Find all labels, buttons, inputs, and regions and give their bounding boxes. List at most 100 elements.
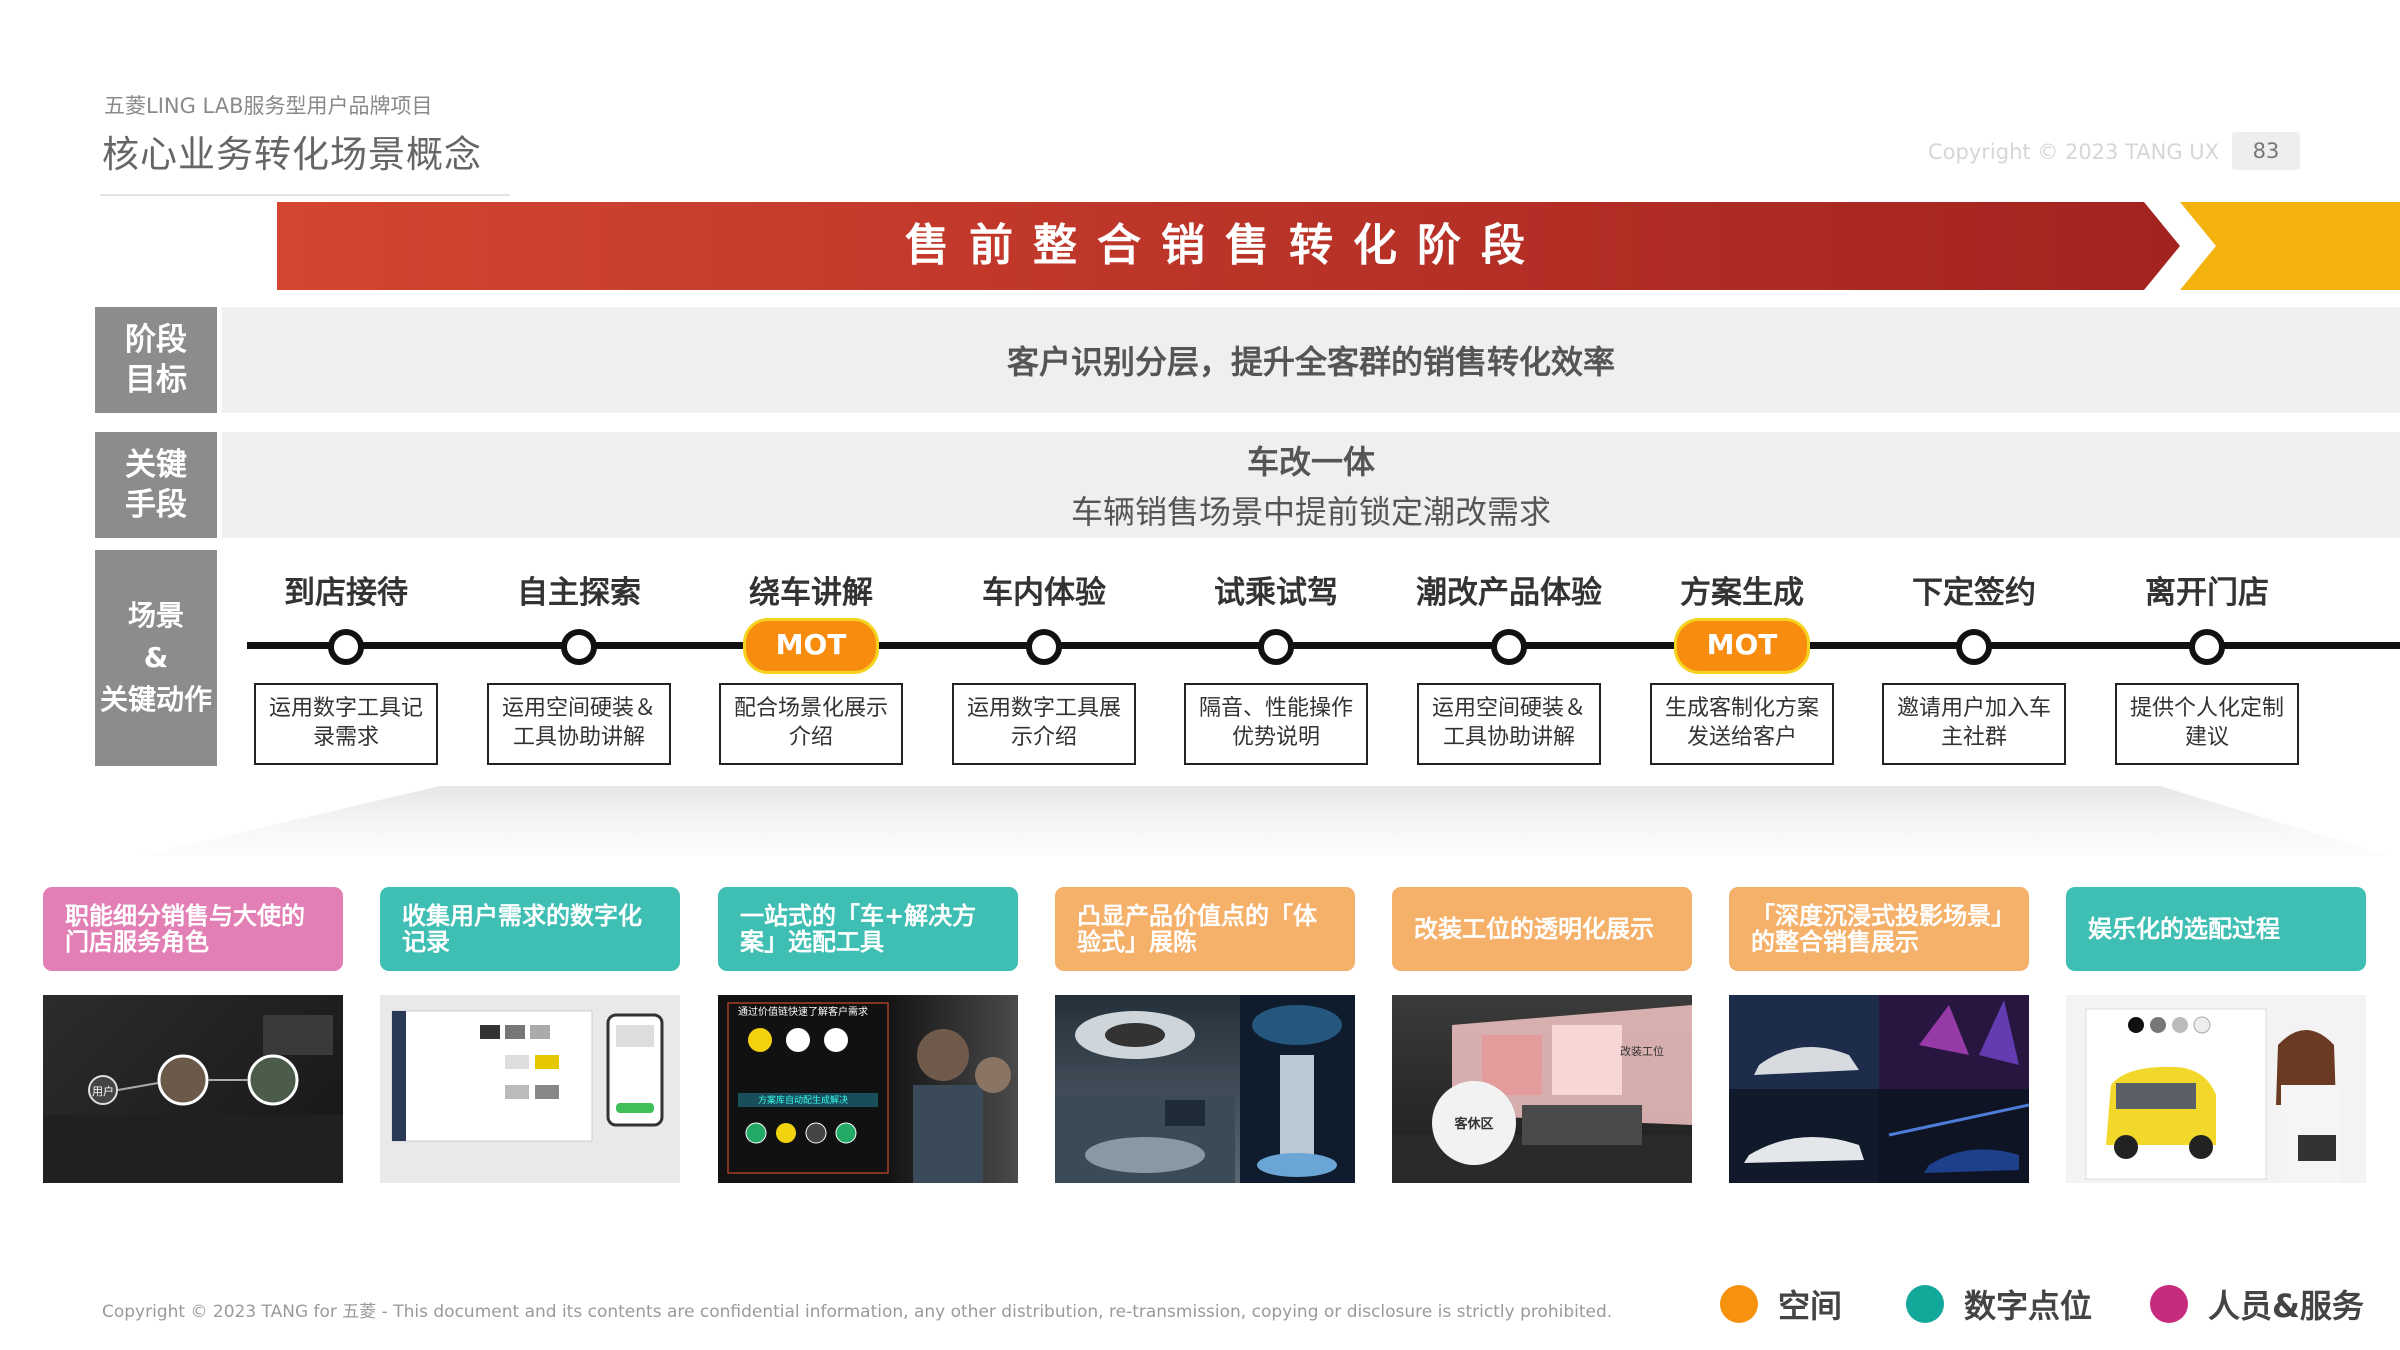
legend-space-dot xyxy=(1720,1285,1758,1323)
spotlight-shape xyxy=(140,786,2390,856)
concept-tag: 改装工位的透明化展示 xyxy=(1392,887,1692,971)
scene-label-l2: & xyxy=(143,641,169,674)
stage-action: 运用数字工具记录需求 xyxy=(254,683,438,765)
stage-action-text: 邀请用户加入车主社群 xyxy=(1896,696,2051,750)
stage-action-text: 提供个人化定制建议 xyxy=(2129,696,2284,750)
legend-service-dot xyxy=(2150,1285,2188,1323)
header-copyright: Copyright © 2023 TANG UX xyxy=(1928,140,2220,164)
concept-tag-label: 「深度沉浸式投影场景」的整合销售展示 xyxy=(1751,901,2003,956)
page-title: 核心业务转化场景概念 xyxy=(102,133,482,176)
concept-tag-label: 改装工位的透明化展示 xyxy=(1414,914,1654,943)
timeline-node xyxy=(328,629,364,665)
stage-action-text: 运用空间硬装＆工具协助讲解 xyxy=(501,696,656,750)
stage-title: 车内体验 xyxy=(982,575,1106,611)
means-description: 车辆销售场景中提前锁定潮改需求 xyxy=(1070,493,1551,531)
concept-tag-label: 职能细分销售与大使的门店服务角色 xyxy=(65,901,305,956)
project-name: 五菱LING LAB服务型用户品牌项目 xyxy=(104,94,433,118)
stage-title: 到店接待 xyxy=(284,575,408,611)
stage-action: 运用数字工具展示介绍 xyxy=(952,683,1136,765)
banner-title: 售前整合销售转化阶段 xyxy=(905,220,1545,271)
row-label-goal: 阶段 目标 xyxy=(95,307,217,413)
stage-title: 绕车讲解 xyxy=(749,575,873,611)
scene-label-l1: 场景 xyxy=(127,599,184,632)
stage-title: 下定签约 xyxy=(1912,575,2036,611)
mot-badge: MOT xyxy=(1674,618,1810,674)
timeline-node xyxy=(2189,629,2225,665)
concept-tag-label: 一站式的「车+解决方案」选配工具 xyxy=(740,901,977,956)
experience-display-photo xyxy=(1055,995,1355,1183)
stage-title: 自主探索 xyxy=(517,575,641,611)
concept-tag-label: 凸显产品价值点的「体验式」展陈 xyxy=(1077,901,1317,956)
legend-digital: 数字点位 xyxy=(1906,1284,2093,1325)
stage-action-text: 运用空间硬装＆工具协助讲解 xyxy=(1431,696,1586,750)
legend-space: 空间 xyxy=(1720,1284,1843,1325)
timeline-node xyxy=(561,629,597,665)
stage-title: 潮改产品体验 xyxy=(1416,575,1602,611)
concept-tag-label: 娱乐化的选配过程 xyxy=(2088,914,2280,943)
stage-action: 生成客制化方案发送给客户 xyxy=(1650,683,1834,765)
concept-tag-label: 收集用户需求的数字化记录 xyxy=(402,901,642,956)
fun-config-photo xyxy=(2066,995,2366,1183)
t5-lounge-label: 客休区 xyxy=(1454,1116,1493,1132)
projection-scene-art xyxy=(1729,995,2029,1183)
legend-digital-dot xyxy=(1906,1285,1944,1323)
workshop-lounge-photo: 客休区 改装工位 xyxy=(1392,995,1692,1183)
legend-service: 人员&服务 xyxy=(2150,1284,2364,1325)
scene-label-l3: 关键动作 xyxy=(99,683,212,716)
legend-space-label: 空间 xyxy=(1778,1287,1843,1325)
stage-action-text: 生成客制化方案发送给客户 xyxy=(1664,696,1819,750)
stage-action-text: 运用数字工具展示介绍 xyxy=(966,696,1121,750)
stage-action: 运用空间硬装＆工具协助讲解 xyxy=(487,683,671,765)
stage-title: 方案生成 xyxy=(1680,575,1804,611)
timeline-node xyxy=(1258,629,1294,665)
row-label-scene: 场景 & 关键动作 xyxy=(95,550,217,766)
goal-text: 客户识别分层，提升全客群的销售转化效率 xyxy=(1006,343,1615,381)
projection-scene-photo xyxy=(1729,995,2029,1183)
stage-action: 邀请用户加入车主社群 xyxy=(1882,683,2066,765)
row-means-content: 车改一体 车辆销售场景中提前锁定潮改需求 xyxy=(222,432,2400,538)
stage-action: 运用空间硬装＆工具协助讲解 xyxy=(1417,683,1601,765)
legend-service-label: 人员&服务 xyxy=(2208,1287,2364,1325)
concept-tag: 一站式的「车+解决方案」选配工具 xyxy=(718,887,1018,971)
stage-title: 离开门店 xyxy=(2145,575,2269,611)
stage-action-text: 配合场景化展示介绍 xyxy=(733,696,888,750)
mot-badge: MOT xyxy=(743,618,879,674)
concept-tag: 职能细分销售与大使的门店服务角色 xyxy=(43,887,343,971)
t5-workshop-label: 改装工位 xyxy=(1620,1044,1664,1058)
stage-title: 试乘试驾 xyxy=(1214,575,1338,611)
concept-tag: 收集用户需求的数字化记录 xyxy=(380,887,680,971)
stage-action-text: 运用数字工具记录需求 xyxy=(268,696,423,750)
config-tool-art: 通过价值链快速了解客户需求 方案库自动配生成解决 xyxy=(727,1002,1011,1183)
workshop-lounge-art: 客休区 改装工位 xyxy=(1392,1005,1692,1183)
concept-tag: 「深度沉浸式投影场景」的整合销售展示 xyxy=(1729,887,2029,971)
fun-config-art xyxy=(2085,1008,2341,1183)
digital-record-screens xyxy=(380,995,680,1183)
legend-digital-label: 数字点位 xyxy=(1964,1287,2093,1325)
concept-tag: 娱乐化的选配过程 xyxy=(2066,887,2366,971)
t3-sub: 方案库自动配生成解决 xyxy=(758,1094,848,1106)
concept-tag: 凸显产品价值点的「体验式」展陈 xyxy=(1055,887,1355,971)
digital-record-art xyxy=(391,1010,664,1142)
spotlight-shadow xyxy=(140,786,2390,856)
staff-roles-art: 用户 xyxy=(43,1015,343,1183)
staff-roles-photo: 用户 xyxy=(43,995,343,1183)
timeline-node xyxy=(1026,629,1062,665)
footer-disclaimer: Copyright © 2023 TANG for 五菱 - This docu… xyxy=(102,1302,1613,1322)
stage-action-text: 隔音、性能操作优势说明 xyxy=(1198,696,1353,750)
config-tool-photo: 通过价值链快速了解客户需求 方案库自动配生成解决 xyxy=(718,995,1018,1183)
stage-action: 提供个人化定制建议 xyxy=(2115,683,2299,765)
t1-user-label: 用户 xyxy=(92,1084,114,1098)
timeline-node xyxy=(1491,629,1527,665)
timeline-node xyxy=(1956,629,1992,665)
experience-display-art xyxy=(1055,995,1355,1183)
banner-accent-chevron xyxy=(2180,202,2400,290)
row-goal-content: 客户识别分层，提升全客群的销售转化效率 xyxy=(222,307,2400,413)
stage-action: 配合场景化展示介绍 xyxy=(719,683,903,765)
row-label-means-text: 关键 手段 xyxy=(125,446,187,523)
title-divider xyxy=(100,194,510,196)
t3-heading: 通过价值链快速了解客户需求 xyxy=(738,1005,868,1018)
row-label-goal-text: 阶段 目标 xyxy=(125,321,187,398)
row-label-means: 关键 手段 xyxy=(95,432,217,538)
means-headline: 车改一体 xyxy=(1246,443,1375,481)
page-number: 83 xyxy=(2232,132,2300,170)
